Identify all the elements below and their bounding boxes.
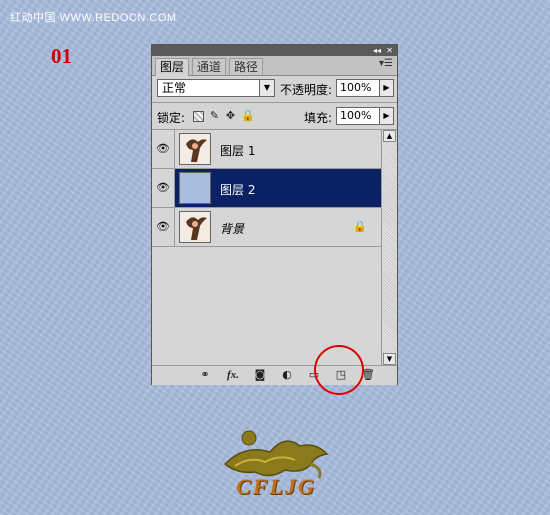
fill-value: 100% bbox=[340, 109, 372, 122]
layer-row-2[interactable]: 👁 图层 2 bbox=[152, 169, 381, 208]
divider bbox=[152, 102, 397, 103]
layer-name: 图层 2 bbox=[220, 183, 256, 197]
mask-icon[interactable]: ◙ bbox=[253, 369, 267, 381]
opacity-value: 100% bbox=[340, 81, 372, 94]
layers-panel: ◂◂ ✕ 图层 通道 路径 ▾☰ 正常 ▼ 不透明度: 100% ▶ 锁定: ✎… bbox=[151, 44, 398, 385]
layer-thumbnail bbox=[179, 133, 211, 165]
blend-mode-value: 正常 bbox=[162, 81, 187, 95]
lock-transparent-icon[interactable] bbox=[193, 111, 204, 122]
visibility-toggle[interactable]: 👁 bbox=[152, 130, 175, 168]
visibility-toggle[interactable]: 👁 bbox=[152, 208, 175, 246]
watermark-text: 红动中国 WWW.REDOCN.COM bbox=[10, 12, 177, 24]
highlight-circle bbox=[314, 345, 364, 395]
lock-row: 锁定: ✎ ✥ 🔒 填充: 100% ▶ bbox=[152, 105, 397, 129]
layers-list: 👁 图层 1 👁 图层 2 👁 背景 🔒 bbox=[152, 130, 381, 365]
lock-all-icon[interactable]: 🔒 bbox=[241, 110, 255, 121]
panel-titlebar[interactable]: ◂◂ ✕ bbox=[152, 45, 397, 56]
fx-icon[interactable]: fx. bbox=[226, 369, 240, 381]
eye-icon: 👁 bbox=[156, 142, 170, 155]
tab-paths[interactable]: 路径 bbox=[229, 58, 264, 75]
layer-row-background[interactable]: 👁 背景 🔒 bbox=[152, 208, 381, 247]
opacity-label: 不透明度: bbox=[280, 83, 333, 97]
eye-icon: 👁 bbox=[156, 220, 170, 233]
panel-tabs: 图层 通道 路径 ▾☰ bbox=[152, 56, 397, 76]
scroll-up-icon[interactable]: ▲ bbox=[383, 130, 396, 142]
logo-text: CFLJG bbox=[236, 474, 316, 499]
fill-label: 填充: bbox=[304, 111, 333, 125]
layer-thumbnail bbox=[179, 172, 211, 204]
eye-icon: 👁 bbox=[156, 181, 170, 194]
chevron-right-icon[interactable]: ▶ bbox=[379, 80, 393, 96]
tab-layers[interactable]: 图层 bbox=[155, 58, 190, 76]
scroll-down-icon[interactable]: ▼ bbox=[383, 353, 396, 365]
visibility-toggle[interactable]: 👁 bbox=[152, 169, 175, 207]
blend-row: 正常 ▼ 不透明度: 100% ▶ bbox=[152, 76, 397, 102]
lock-brush-icon[interactable]: ✎ bbox=[209, 110, 220, 121]
collapse-icon[interactable]: ◂◂ bbox=[373, 45, 381, 56]
lock-icon: 🔒 bbox=[353, 220, 367, 233]
lock-label: 锁定: bbox=[157, 111, 186, 125]
adjustment-icon[interactable]: ◐ bbox=[280, 369, 294, 381]
scrollbar[interactable]: ▲ ▼ bbox=[381, 130, 397, 365]
panel-menu-icon[interactable]: ▾☰ bbox=[379, 58, 393, 69]
chevron-down-icon: ▼ bbox=[259, 80, 274, 96]
lock-move-icon[interactable]: ✥ bbox=[225, 110, 236, 121]
chevron-right-icon[interactable]: ▶ bbox=[379, 108, 393, 124]
blend-mode-select[interactable]: 正常 ▼ bbox=[157, 79, 275, 97]
tab-channels[interactable]: 通道 bbox=[192, 58, 227, 75]
opacity-field[interactable]: 100% ▶ bbox=[336, 79, 394, 97]
step-number: 01 bbox=[51, 44, 72, 68]
close-icon[interactable]: ✕ bbox=[386, 45, 393, 56]
layer-thumbnail bbox=[179, 211, 211, 243]
layer-name: 背景 bbox=[220, 222, 245, 236]
layer-name: 图层 1 bbox=[220, 144, 256, 158]
layer-row-1[interactable]: 👁 图层 1 bbox=[152, 130, 381, 169]
fill-field[interactable]: 100% ▶ bbox=[336, 107, 394, 125]
link-icon[interactable]: ⚭ bbox=[198, 369, 212, 381]
